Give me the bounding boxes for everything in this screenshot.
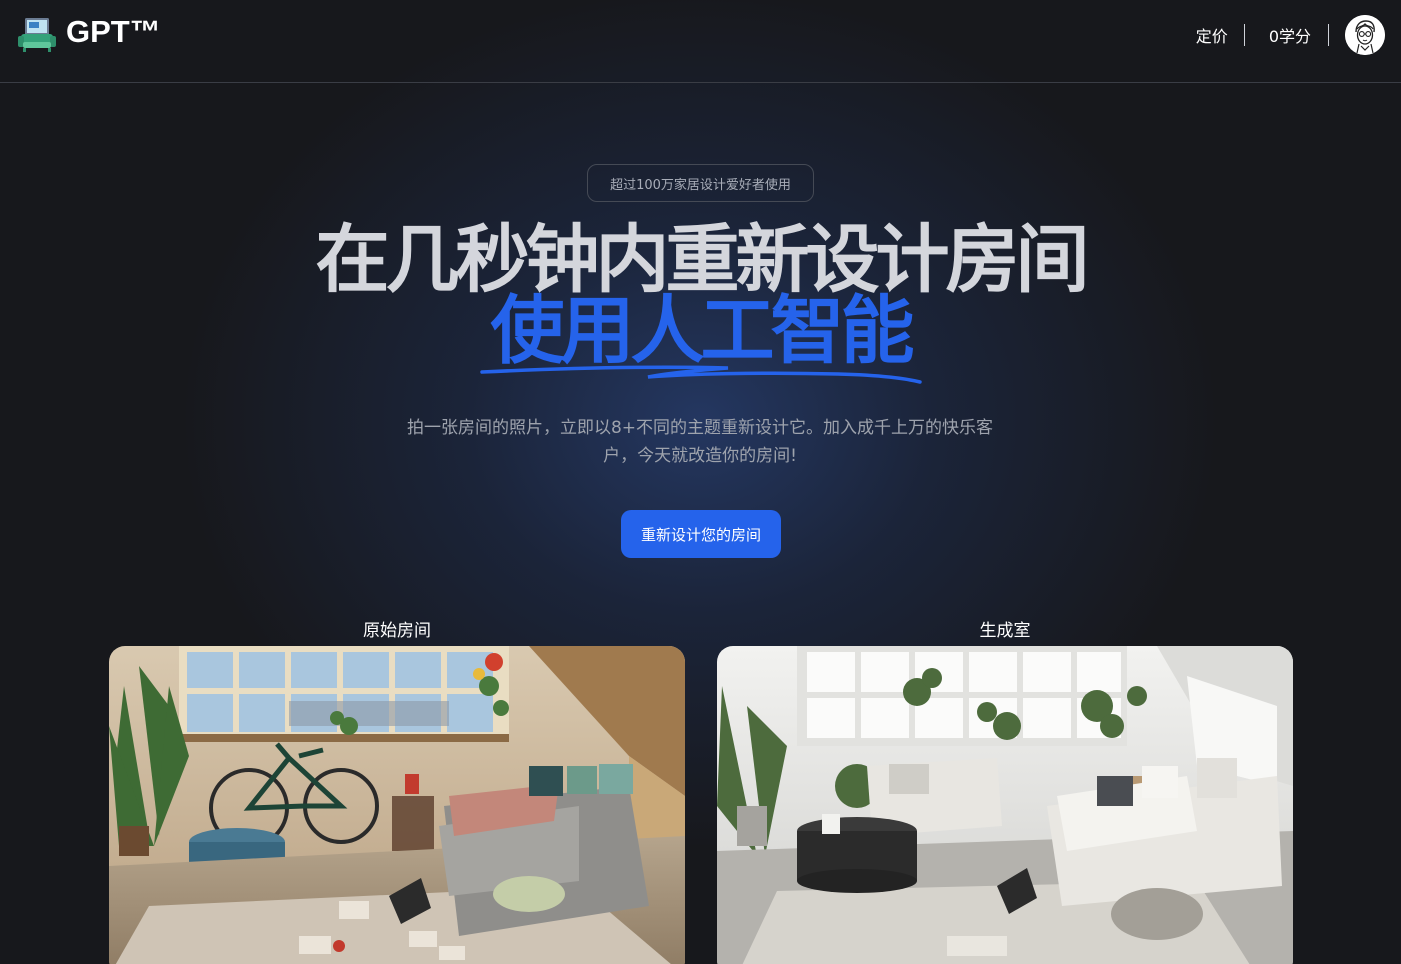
user-avatar[interactable] (1345, 15, 1385, 55)
brand-link[interactable]: GPT™ (18, 14, 161, 54)
redesign-room-button[interactable]: 重新设计您的房间 (621, 510, 781, 558)
pricing-link[interactable]: 定价 (1196, 23, 1228, 47)
users-badge: 超过100万家居设计爱好者使用 (587, 164, 814, 202)
user-avatar-icon (1345, 15, 1385, 55)
header-nav: 定价 0学分 (1196, 15, 1385, 55)
original-room-image (109, 646, 685, 964)
sofa-icon (18, 18, 56, 52)
generated-room-image (717, 646, 1293, 964)
original-room-label: 原始房间 (363, 621, 431, 641)
credits-link[interactable]: 0学分 (1269, 23, 1311, 47)
nav-divider (1328, 24, 1329, 46)
nav-divider (1243, 24, 1245, 46)
hero-subtitle: 拍一张房间的照片，立即以8+不同的主题重新设计它。加入成千上万的快乐客户，今天就… (406, 418, 994, 466)
underline-swoosh (480, 365, 922, 384)
page: GPT™ 定价 0学分 超过100万家居设计爱好者使用 在几秒钟内重新设计房间 … (0, 0, 1401, 964)
top-navbar: GPT™ 定价 0学分 (0, 0, 1401, 83)
brand-name: GPT™ (66, 14, 161, 49)
generated-room-label: 生成室 (979, 621, 1031, 641)
